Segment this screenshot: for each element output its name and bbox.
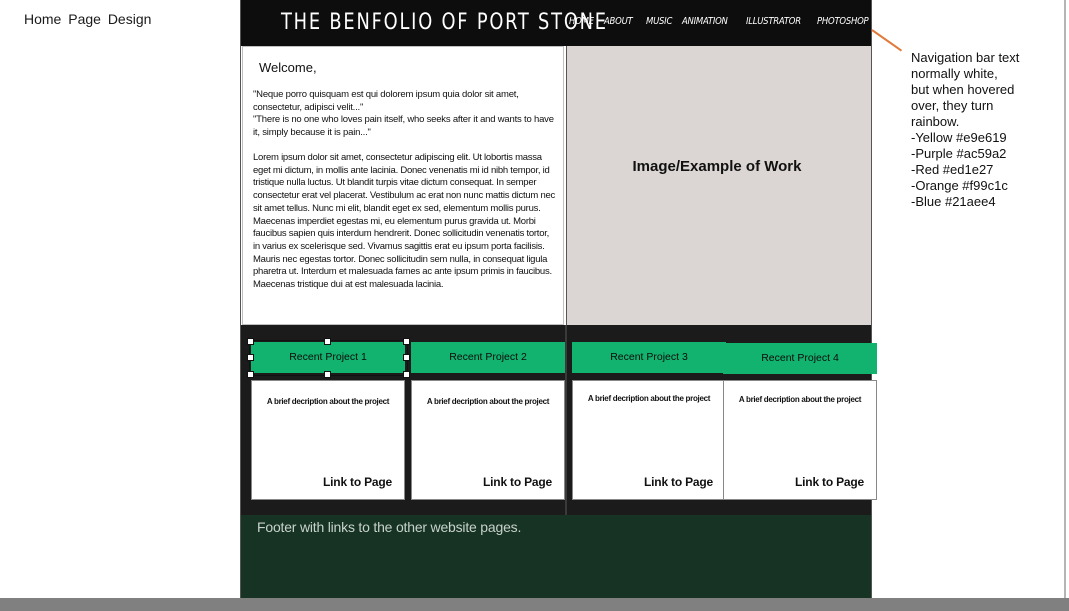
project-1-button[interactable]: Recent Project 1 <box>251 342 405 373</box>
recent-projects-section: Recent Project 1 A brief decription abou… <box>241 325 877 515</box>
welcome-body: Lorem ipsum dolor sit amet, consectetur … <box>253 152 556 291</box>
project-4-link[interactable]: Link to Page <box>795 475 864 489</box>
site-header: THE BENFOLIO OF PORT STONE HOME ABOUT MU… <box>241 0 871 46</box>
project-4-description: A brief decription about the project <box>738 395 862 404</box>
mockup-artboard: THE BENFOLIO OF PORT STONE HOME ABOUT MU… <box>240 0 877 598</box>
project-1-description: A brief decription about the project <box>266 397 390 406</box>
section-divider <box>565 325 567 515</box>
annotation-line: over, they turn <box>911 98 994 113</box>
canvas-edge-right <box>1064 0 1066 600</box>
nav-hover-annotation: Navigation bar text normally white, but … <box>911 50 1051 210</box>
annotation-line: -Red #ed1e27 <box>911 162 994 177</box>
nav-item-about[interactable]: ABOUT <box>604 16 633 27</box>
nav-item-photoshop[interactable]: PHOTOSHOP <box>817 16 869 27</box>
project-3-button[interactable]: Recent Project 3 <box>572 342 726 373</box>
project-1-card: A brief decription about the project Lin… <box>251 380 405 500</box>
nav-item-illustrator[interactable]: ILLUSTRATOR <box>746 16 801 27</box>
quote-2: "There is no one who loves pain itself, … <box>253 114 554 138</box>
annotation-callout-line <box>871 29 903 52</box>
project-4-card: A brief decription about the project Lin… <box>723 380 877 500</box>
annotation-line: rainbow. <box>911 114 960 129</box>
nav-item-home[interactable]: HOME <box>569 16 594 27</box>
annotation-line: -Orange #f99c1c <box>911 178 1008 193</box>
quote-1: "Neque porro quisquam est qui dolorem ip… <box>253 89 519 113</box>
project-2-card: A brief decription about the project Lin… <box>411 380 565 500</box>
project-1-link[interactable]: Link to Page <box>323 475 392 489</box>
annotation-line: -Blue #21aee4 <box>911 194 996 209</box>
project-3-description: A brief decription about the project <box>587 394 711 403</box>
nav-item-animation[interactable]: ANIMATION <box>682 16 728 27</box>
project-3-card: A brief decription about the project Lin… <box>572 380 726 500</box>
annotation-line: -Yellow #e9e619 <box>911 130 1007 145</box>
nav-item-music[interactable]: MUSIC <box>646 16 672 27</box>
artboard-label: Home Page Design <box>24 11 152 27</box>
project-2-description: A brief decription about the project <box>426 397 550 406</box>
site-footer: Footer with links to the other website p… <box>241 515 871 598</box>
project-2-button[interactable]: Recent Project 2 <box>411 342 565 373</box>
site-title: THE BENFOLIO OF PORT STONE <box>281 10 608 35</box>
footer-text: Footer with links to the other website p… <box>257 519 522 535</box>
annotation-line: Navigation bar text <box>911 50 1020 65</box>
welcome-heading: Welcome, <box>259 60 317 75</box>
image-placeholder-label: Image/Example of Work <box>632 158 802 175</box>
annotation-line: normally white, <box>911 66 998 81</box>
welcome-quotes: "Neque porro quisquam est qui dolorem ip… <box>253 89 558 139</box>
project-3-link[interactable]: Link to Page <box>644 475 713 489</box>
project-2-link[interactable]: Link to Page <box>483 475 552 489</box>
welcome-panel: Welcome, "Neque porro quisquam est qui d… <box>242 46 564 325</box>
annotation-line: but when hovered <box>911 82 1015 97</box>
project-4-button[interactable]: Recent Project 4 <box>723 343 877 374</box>
nav-bar: HOME ABOUT MUSIC ANIMATION ILLUSTRATOR P… <box>569 16 891 27</box>
work-image-placeholder: Image/Example of Work <box>566 46 871 325</box>
annotation-line: -Purple #ac59a2 <box>911 146 1007 161</box>
canvas-bottom-bar <box>0 598 1069 611</box>
